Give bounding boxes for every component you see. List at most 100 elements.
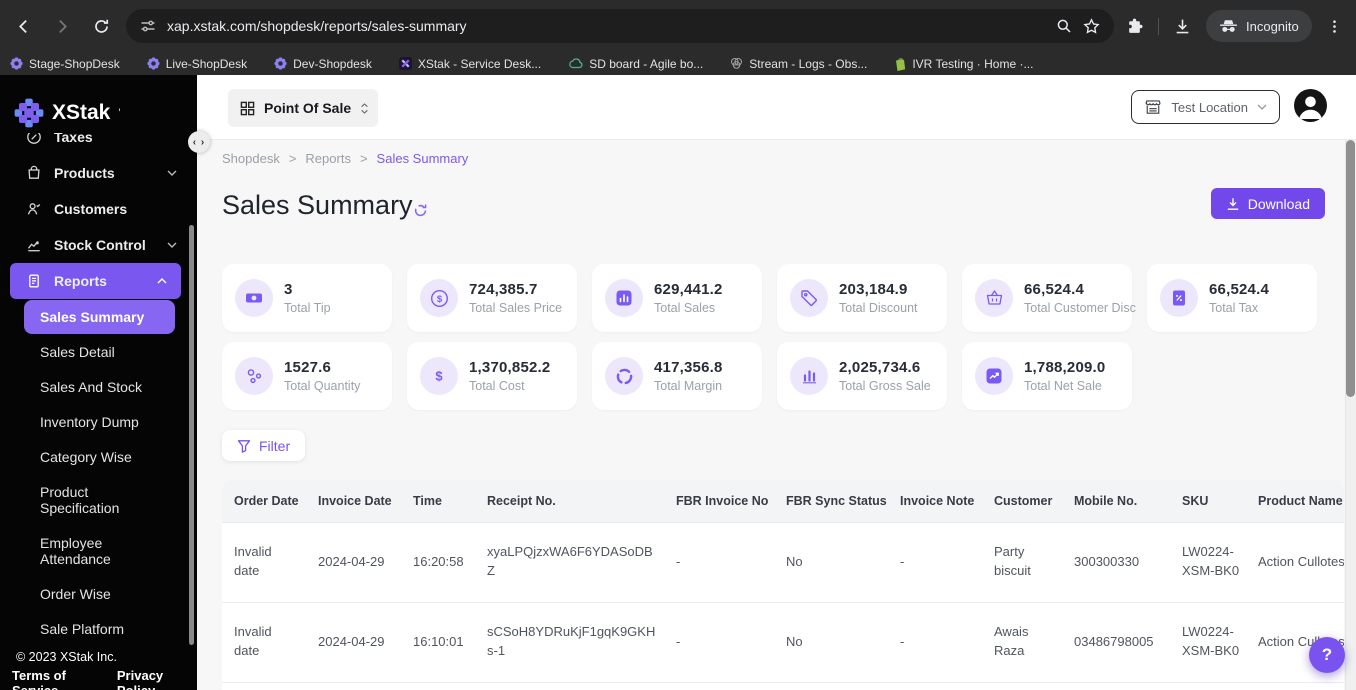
sidebar-item-products[interactable]: Products <box>0 155 191 191</box>
page-scrollbar-thumb[interactable] <box>1346 140 1355 397</box>
sidebar-footer: © 2023 XStak Inc. Terms of Service Priva… <box>0 644 197 690</box>
forward-button[interactable] <box>46 10 78 42</box>
stat-value: 66,524.4 <box>1209 281 1269 298</box>
bookmark-label: Dev-Shopdesk <box>293 56 372 71</box>
zoom-icon[interactable] <box>1056 18 1072 34</box>
user-avatar[interactable] <box>1294 89 1327 122</box>
dollar-circle-icon: $ <box>420 279 458 317</box>
sidebar-subitem-employee-attendance[interactable]: Employee Attendance <box>30 526 175 576</box>
download-button[interactable]: Download <box>1210 188 1325 219</box>
extensions-icon[interactable] <box>1126 18 1143 35</box>
cell-fbr-sync-status: No <box>774 601 888 682</box>
sidebar-subitem-product-specification[interactable]: Product Specification <box>30 475 175 525</box>
cell-invoice-note: - <box>888 601 982 682</box>
breadcrumb-sales-summary[interactable]: Sales Summary <box>377 151 469 166</box>
bookmark-ivr-testing[interactable]: IVR Testing · Home ·... <box>894 57 1033 71</box>
col-fbr-sync-status: FBR Sync Status <box>774 480 888 522</box>
brand-name: XStak <box>52 100 111 124</box>
bookmark-stage-shopdesk[interactable]: Stage-ShopDesk <box>10 57 120 71</box>
incognito-icon <box>1219 20 1238 32</box>
sidebar-item-stock-control[interactable]: Stock Control <box>0 227 191 263</box>
sidebar-collapse-toggle[interactable]: ‹ › <box>188 131 210 153</box>
avatar-icon <box>1294 89 1327 122</box>
grid-icon <box>240 101 255 115</box>
breadcrumb-reports[interactable]: Reports <box>305 151 351 166</box>
stat-label: Total Gross Sale <box>839 379 931 393</box>
help-button[interactable]: ? <box>1309 637 1345 673</box>
bookmark-dev-shopdesk[interactable]: Dev-Shopdesk <box>274 57 372 71</box>
sidebar-item-label: Customers <box>54 201 128 217</box>
sales-table: Order Date Invoice Date Time Receipt No.… <box>222 480 1344 690</box>
col-customer: Customer <box>982 480 1062 522</box>
sidebar-subitem-sale-platform[interactable]: Sale Platform <box>30 612 175 644</box>
bookmark-stream-logs[interactable]: Stream - Logs - Obs... <box>730 57 867 71</box>
stat-card-total-sales-price: $ 724,385.7 Total Sales Price <box>407 264 577 332</box>
svg-text:$: $ <box>436 294 442 305</box>
sidebar: XStak ' Taxes Products Customers Stock Co… <box>0 75 197 690</box>
bookmark-label: SD board - Agile bo... <box>589 56 704 71</box>
sidebar-subitem-sales-and-stock[interactable]: Sales And Stock <box>30 370 175 404</box>
col-mobile-no: Mobile No. <box>1062 480 1170 522</box>
privacy-policy-link[interactable]: Privacy Policy <box>117 668 189 690</box>
back-button[interactable] <box>7 10 39 42</box>
stat-value: 2,025,734.6 <box>839 359 921 376</box>
location-label: Test Location <box>1171 99 1248 115</box>
stat-label: Total Sales <box>654 301 716 315</box>
sidebar-item-customers[interactable]: Customers <box>0 191 191 227</box>
menu-dots-icon[interactable] <box>1327 19 1342 34</box>
point-of-sale-button[interactable]: Point Of Sale <box>228 89 379 127</box>
bookmark-live-shopdesk[interactable]: Live-ShopDesk <box>147 57 247 71</box>
stat-label: Total Customer Disc <box>1024 301 1136 315</box>
breadcrumb: Shopdesk > Reports > Sales Summary <box>222 151 468 166</box>
xstak-icon <box>398 57 412 70</box>
bookmark-star-icon[interactable] <box>1083 17 1100 35</box>
quantity-dots-icon <box>235 357 273 395</box>
table-row[interactable]: Invalid date 2024-04-29 16:10:01 sCSoH8Y… <box>222 601 1344 682</box>
sidebar-subitem-sales-detail[interactable]: Sales Detail <box>30 335 175 369</box>
site-settings-icon[interactable] <box>140 18 156 34</box>
address-bar[interactable]: xap.xstak.com/shopdesk/reports/sales-sum… <box>126 9 1114 43</box>
chevron-down-icon <box>1257 104 1267 110</box>
stat-value: 3 <box>284 281 293 298</box>
reload-button[interactable] <box>85 10 117 42</box>
stat-label: Total Discount <box>839 301 918 315</box>
percent-circle-icon <box>27 133 41 144</box>
downloads-icon[interactable] <box>1174 18 1191 35</box>
sidebar-item-reports[interactable]: Reports <box>10 263 181 299</box>
location-selector[interactable]: Test Location <box>1131 90 1280 124</box>
back-icon <box>18 19 27 33</box>
sidebar-subitem-inventory-dump[interactable]: Inventory Dump <box>30 405 175 439</box>
bookmark-label: Stage-ShopDesk <box>29 56 120 71</box>
cell-fbr-invoice-no: - <box>664 521 774 602</box>
sidebar-subitem-order-wise[interactable]: Order Wise <box>30 577 175 611</box>
sidebar-subitem-category-wise[interactable]: Category Wise <box>30 440 175 474</box>
page-scrollbar[interactable] <box>1345 140 1356 690</box>
url-text[interactable]: xap.xstak.com/shopdesk/reports/sales-sum… <box>167 18 1045 34</box>
stat-card-total-tax: 66,524.4 Total Tax <box>1147 264 1317 332</box>
breadcrumb-shopdesk[interactable]: Shopdesk <box>222 151 280 166</box>
report-file-icon <box>29 274 39 288</box>
bar-chart-icon <box>790 357 828 395</box>
sidebar-scrollbar[interactable] <box>189 225 194 645</box>
stat-label: Total Sales Price <box>469 301 563 315</box>
sidebar-subitem-sales-summary[interactable]: Sales Summary <box>24 300 175 334</box>
stat-value: 629,441.2 <box>654 281 723 298</box>
rings-icon <box>731 57 743 69</box>
sidebar-item-taxes[interactable]: Taxes <box>0 133 191 155</box>
sidebar-menu: Taxes Products Customers Stock Control R… <box>0 133 191 644</box>
bookmark-xstak-service-desk[interactable]: XStak - Service Desk... <box>398 57 541 71</box>
stat-value: 1,788,209.0 <box>1024 359 1106 376</box>
terms-of-service-link[interactable]: Terms of Service <box>12 668 97 690</box>
brand-logo[interactable]: XStak ' <box>0 75 197 131</box>
cell-mobile-no: 03486798005 <box>1062 601 1170 682</box>
cell-receipt-no: sCSoH8YDRuKjF1gqK9GKHs-1 <box>475 601 664 682</box>
stat-label: Total Tax <box>1209 301 1259 315</box>
bag-icon <box>28 165 40 179</box>
table-row[interactable]: Invalid date 2024-04-29 16:20:58 xyaLPQj… <box>222 521 1344 602</box>
stat-card-total-discount: 203,184.9 Total Discount <box>777 264 947 332</box>
brand-tick: ' <box>118 105 121 120</box>
breadcrumb-separator: > <box>359 151 368 166</box>
filter-button[interactable]: Filter <box>222 430 306 461</box>
bookmark-sd-board[interactable]: SD board - Agile bo... <box>568 57 703 71</box>
refresh-button[interactable] <box>413 203 428 218</box>
